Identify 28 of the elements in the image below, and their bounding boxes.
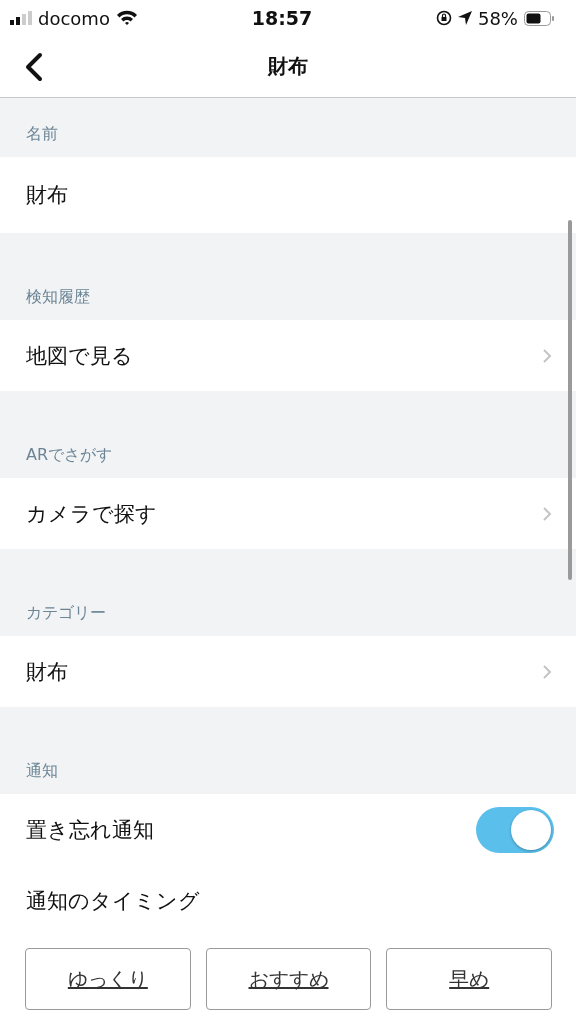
- section-header: ARでさがす: [26, 445, 113, 466]
- timing-button[interactable]: 早め: [386, 948, 552, 1010]
- battery-percent: 58%: [477, 7, 518, 29]
- rotation-lock-icon: [435, 10, 452, 26]
- location-arrow-icon: [457, 11, 472, 25]
- screen-title: 財布: [268, 53, 308, 80]
- chevron-icon: [542, 347, 552, 364]
- row-label: 通知のタイミング: [26, 887, 200, 915]
- list-item[interactable]: 財布: [0, 636, 576, 707]
- section-header: カテゴリー: [26, 603, 106, 624]
- timing-button[interactable]: ゆっくり: [25, 948, 191, 1010]
- section-header: 通知: [26, 761, 58, 782]
- row-label: 財布: [26, 182, 68, 209]
- section-header: 検知履歴: [26, 287, 90, 308]
- timing-button[interactable]: おすすめ: [205, 948, 372, 1010]
- chevron-icon: [542, 663, 552, 680]
- list-item[interactable]: カメラで探す: [0, 478, 576, 549]
- section-header: 名前: [26, 124, 58, 145]
- wifi-icon: [115, 10, 138, 26]
- carrier: docomo: [38, 7, 110, 29]
- row-label: 置き忘れ通知: [26, 816, 154, 844]
- signal-icon: [10, 11, 32, 25]
- back-icon[interactable]: [24, 52, 44, 82]
- toggle-switch[interactable]: [476, 806, 554, 853]
- chevron-icon: [542, 505, 552, 522]
- clock: 18:57: [251, 7, 313, 29]
- battery-icon: [524, 10, 554, 26]
- list-item[interactable]: 地図で見る: [0, 320, 576, 391]
